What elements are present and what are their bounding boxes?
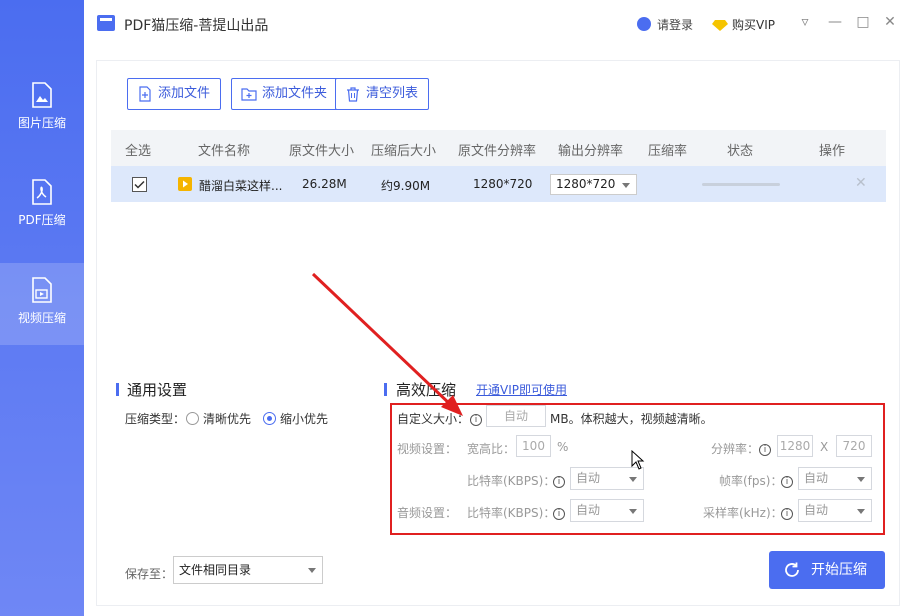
section-accent-bar [384, 383, 387, 396]
column-header: 输出分辨率 [558, 144, 624, 159]
column-header: 压缩后大小 [371, 144, 437, 159]
video-file-icon [32, 277, 52, 303]
file-table-header: 全选 文件名称 原文件大小 压缩后大小 原文件分辨率 输出分辨率 压缩率 状态 … [111, 130, 886, 166]
app-title: PDF猫压缩-菩提山出品 [124, 18, 269, 34]
column-header: 原文件分辨率 [458, 144, 537, 159]
start-compress-button[interactable]: 开始压缩 [769, 551, 885, 589]
original-resolution: 1280*720 [473, 177, 533, 191]
compress-type-label: 压缩类型： [125, 412, 186, 426]
sidebar-item-label: PDF压缩 [18, 213, 66, 227]
main-panel: 添加文件 添加文件夹 清空列表 全选 文件名称 原文件大小 压缩后大小 原文件分… [96, 60, 900, 606]
radio-button-selected[interactable] [263, 412, 276, 425]
add-folder-button[interactable]: 添加文件夹 [231, 78, 339, 110]
radio-clear-priority[interactable]: 清晰优先 [186, 410, 251, 427]
title-bar: PDF猫压缩-菩提山出品 请登录 购买VIP ▿ — □ ✕ [84, 0, 912, 48]
close-icon[interactable]: ✕ [881, 13, 899, 31]
add-file-button[interactable]: 添加文件 [127, 78, 222, 110]
video-play-icon [178, 177, 192, 191]
minimize-icon[interactable]: — [826, 13, 844, 31]
radio-small-priority[interactable]: 缩小优先 [263, 410, 328, 427]
column-header: 原文件大小 [289, 144, 355, 159]
status-progress-bar [702, 183, 780, 186]
mouse-cursor-icon [631, 450, 645, 470]
section-accent-bar [116, 383, 119, 396]
remove-row-icon[interactable]: ✕ [855, 175, 867, 191]
clear-list-button[interactable]: 清空列表 [335, 78, 430, 110]
check-icon [134, 180, 145, 189]
pdf-file-icon [32, 179, 52, 205]
refresh-icon [785, 562, 799, 577]
sidebar-item-label: 图片压缩 [17, 116, 66, 130]
buy-vip-link[interactable]: 购买VIP [712, 16, 775, 33]
output-resolution-select[interactable]: 1280*720 [550, 174, 637, 195]
general-settings-title: 通用设置 [127, 381, 188, 399]
app-logo-icon [97, 15, 115, 31]
sidebar-item-video-compress[interactable]: 视频压缩 [0, 263, 84, 345]
radio-button[interactable] [186, 412, 199, 425]
maximize-icon[interactable]: □ [854, 13, 872, 31]
sidebar: 图片压缩 PDF压缩 视频压缩 [0, 0, 84, 616]
select-all-header[interactable]: 全选 [125, 140, 151, 159]
add-folder-icon [241, 88, 257, 101]
column-header: 状态 [727, 144, 754, 159]
chevron-down-icon [622, 182, 630, 188]
original-size: 26.28M [302, 177, 347, 191]
table-row[interactable]: 醋溜白菜这样... 26.28M 约9.90M 1280*720 1280*72… [111, 166, 886, 202]
row-checkbox[interactable] [132, 177, 147, 192]
menu-icon[interactable]: ▿ [796, 13, 814, 31]
column-header: 文件名称 [198, 144, 251, 159]
login-link[interactable]: 请登录 [637, 16, 693, 33]
save-location-select[interactable]: 文件相同目录 [173, 556, 323, 584]
sidebar-item-label: 视频压缩 [17, 311, 66, 325]
save-to-label: 保存至： [125, 567, 174, 581]
column-header: 操作 [819, 144, 846, 159]
column-header: 压缩率 [648, 144, 688, 159]
image-file-icon [32, 82, 52, 108]
add-file-icon [139, 86, 151, 102]
sidebar-item-pdf-compress[interactable]: PDF压缩 [0, 167, 84, 249]
sidebar-item-image-compress[interactable]: 图片压缩 [0, 70, 84, 152]
trash-icon [347, 87, 359, 102]
efficient-compress-title: 高效压缩 [396, 381, 457, 399]
diamond-icon [712, 20, 728, 31]
compressed-size: 约9.90M [381, 179, 431, 193]
open-vip-link[interactable]: 开通VIP即可使用 [476, 381, 567, 398]
chevron-down-icon [308, 568, 316, 573]
user-icon [637, 17, 651, 31]
file-name: 醋溜白菜这样... [199, 179, 283, 193]
